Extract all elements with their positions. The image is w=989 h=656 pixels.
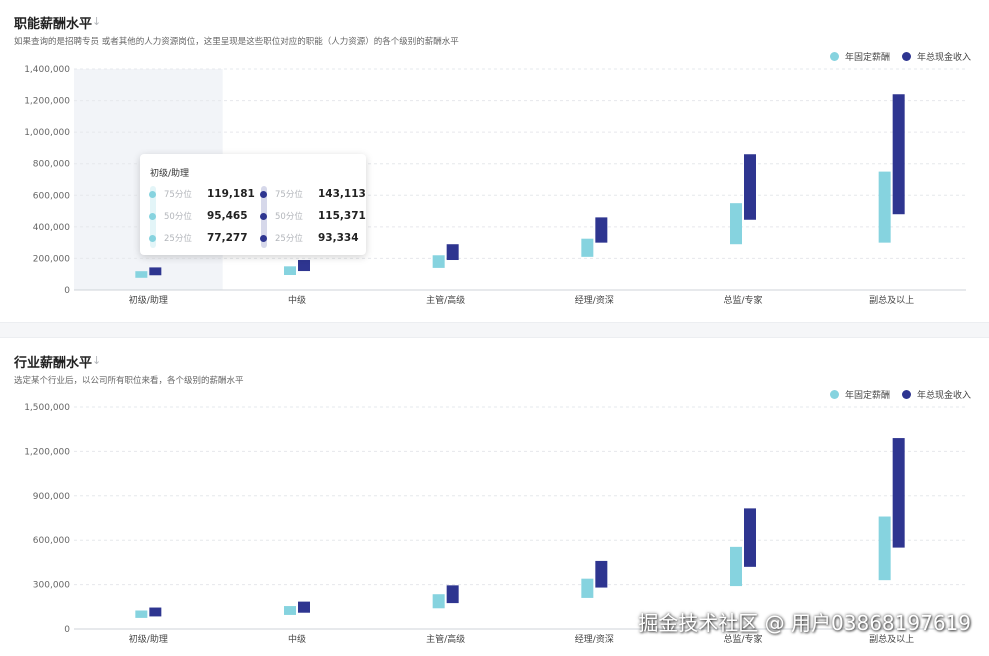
functional-salary-section: 职能薪酬水平 ↓ 如果查询的是招聘专员 或者其他的人力资源岗位，这里呈现是这些职… [0,0,989,322]
chart-tooltip: 初级/助理 75分位 119,181 75分位 143,113 50分位 95,… [140,154,366,255]
x-tick-label: 中级 [288,294,306,306]
x-tick-label: 初级/助理 [129,294,168,306]
bar-fixed [878,516,891,581]
bar-total [892,438,905,548]
bar-total [298,601,310,613]
y-tick-label: 1,000,000 [24,128,70,138]
tooltip-dot-icon [149,190,156,198]
tooltip-dot-icon [260,234,267,242]
tooltip-title: 初级/助理 [150,169,190,179]
tooltip-label: 75分位 [275,190,303,200]
y-tick-label: 300,000 [33,581,70,591]
y-tick-label: 0 [64,625,70,635]
tooltip-label: 25分位 [164,234,192,244]
tooltip-label: 75分位 [164,190,192,200]
tooltip-label: 50分位 [275,212,303,222]
bar-total [744,508,756,567]
bar-total [595,217,608,243]
tooltip-row-p25-total: 25分位 93,334 [260,232,359,244]
tooltip-dot-icon [149,212,156,220]
tooltip-label: 50分位 [164,212,192,222]
bar-fixed [581,238,594,257]
x-tick-label: 总监/专家 [723,294,762,306]
bar-total [446,585,459,604]
x-tick-label: 副总及以上 [869,294,914,306]
tooltip-row-p75-fixed: 75分位 119,181 [149,188,255,200]
y-tick-label: 1,200,000 [24,447,70,457]
tooltip-value: 77,277 [207,232,248,244]
x-tick-label: 主管/高级 [426,294,465,306]
bar-fixed [581,578,594,598]
bar-fixed [432,255,445,268]
tooltip-dot-icon [260,212,267,220]
tooltip-value: 115,371 [318,210,366,222]
y-tick-label: 200,000 [33,254,70,264]
y-tick-label: 900,000 [33,492,70,502]
tooltip-dot-icon [149,234,156,242]
bar-fixed [730,546,742,587]
y-tick-label: 400,000 [33,223,70,233]
x-tick-label: 经理/资深 [575,294,614,306]
bar-fixed [432,594,445,609]
bar-fixed [135,271,148,278]
bar-total [149,607,162,617]
tooltip-dot-icon [260,190,267,198]
watermark-text: 掘金技术社区 @ 用户03868197619 [638,611,971,635]
bar-fixed [878,171,891,243]
tooltip-value: 95,465 [207,210,248,222]
x-tick-label: 中级 [288,633,306,645]
bar-fixed [284,606,296,615]
bar-fixed [135,610,148,618]
bar-fixed [730,203,742,245]
y-tick-label: 600,000 [33,536,70,546]
tooltip-value: 143,113 [318,188,366,200]
tooltip-value: 93,334 [318,232,359,244]
y-tick-label: 600,000 [33,191,70,201]
tooltip-row-p75-total: 75分位 143,113 [260,188,366,200]
bar-total [892,94,905,215]
bar-fixed [284,266,296,276]
y-tick-label: 1,400,000 [24,65,70,75]
section-divider [0,322,989,338]
x-tick-label: 经理/资深 [575,633,614,645]
y-tick-label: 1,500,000 [24,403,70,413]
y-tick-label: 0 [64,286,70,296]
bar-total [595,560,608,588]
tooltip-row-p50-total: 50分位 115,371 [260,210,366,222]
tooltip-value: 119,181 [207,188,255,200]
tooltip-row-p50-fixed: 50分位 95,465 [149,210,248,222]
x-tick-label: 主管/高级 [426,633,465,645]
y-tick-label: 1,200,000 [24,97,70,107]
tooltip-label: 25分位 [275,234,303,244]
bar-total [744,154,756,220]
x-tick-label: 初级/助理 [129,633,168,645]
bar-total [446,244,459,261]
tooltip-row-p25-fixed: 25分位 77,277 [149,232,248,244]
bar-total [298,260,310,272]
y-tick-label: 800,000 [33,160,70,170]
bar-total [149,267,162,276]
